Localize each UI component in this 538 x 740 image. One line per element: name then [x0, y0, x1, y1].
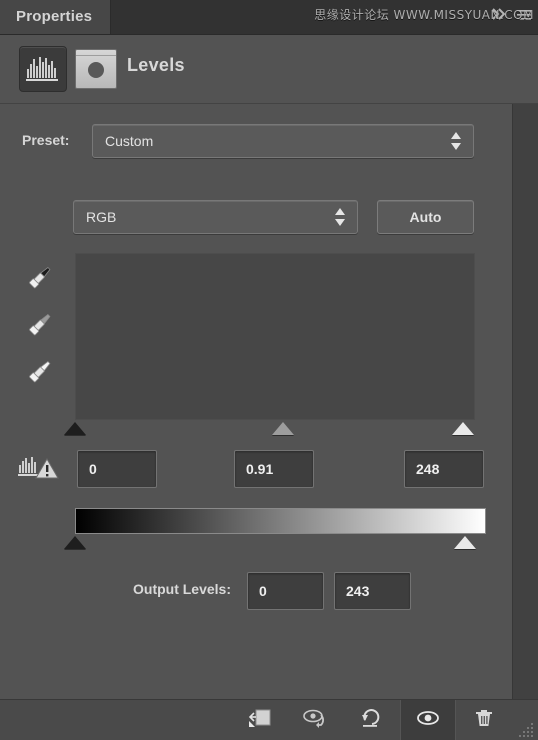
input-levels-slider-track[interactable]	[64, 420, 475, 442]
eyedropper-group	[16, 256, 62, 386]
input-levels-row: 0 0.91 248	[0, 448, 512, 490]
input-white-value: 248	[416, 461, 440, 477]
channel-dropdown[interactable]: RGB	[73, 200, 358, 234]
output-levels-row: Output Levels: 0 243	[0, 572, 512, 612]
preset-value: Custom	[105, 133, 154, 149]
delete-adjustment-button[interactable]	[456, 700, 512, 740]
reset-arrow-icon	[359, 707, 385, 734]
stepper-up-down-icon[interactable]	[335, 208, 346, 226]
adjustment-title-row: Levels	[0, 35, 538, 104]
input-black-value: 0	[89, 461, 97, 477]
stepper-up-down-icon[interactable]	[451, 132, 462, 150]
clip-to-layer-icon	[247, 707, 273, 734]
output-white-point-slider[interactable]	[454, 536, 477, 549]
layer-mask-thumbnail-icon[interactable]	[75, 49, 117, 89]
output-black-point-slider[interactable]	[64, 536, 86, 549]
watermark-text: 思缘设计论坛 WWW.MISSYUAN.COM	[314, 8, 534, 22]
input-white-point-slider[interactable]	[452, 422, 474, 435]
output-levels-slider-track[interactable]	[64, 534, 486, 556]
output-white-field[interactable]: 243	[334, 572, 411, 610]
tab-properties[interactable]: Properties	[0, 0, 112, 34]
tab-properties-label: Properties	[16, 8, 93, 25]
input-gamma-value: 0.91	[246, 461, 274, 477]
output-black-field[interactable]: 0	[247, 572, 324, 610]
eye-previous-state-icon	[301, 707, 331, 734]
histogram-display[interactable]	[75, 253, 475, 420]
panel-bottom-toolbar	[0, 699, 538, 740]
output-levels-gradient-bar	[75, 508, 486, 534]
view-previous-state-button[interactable]	[288, 700, 344, 740]
input-black-field[interactable]: 0	[77, 450, 157, 488]
resize-grip-icon[interactable]	[512, 700, 538, 740]
preset-dropdown[interactable]: Custom	[92, 124, 474, 158]
panel-right-rail	[512, 104, 538, 700]
trash-icon	[473, 707, 495, 734]
output-white-value: 243	[346, 583, 370, 599]
input-gamma-slider[interactable]	[272, 422, 294, 435]
channel-value: RGB	[86, 209, 117, 225]
auto-button[interactable]: Auto	[377, 200, 474, 234]
input-gamma-field[interactable]: 0.91	[234, 450, 314, 488]
set-black-point-eyedropper[interactable]	[16, 256, 62, 298]
output-black-value: 0	[259, 583, 267, 599]
page-title: Levels	[127, 55, 185, 75]
input-black-point-slider[interactable]	[64, 422, 86, 435]
panel-tab-bar: Properties 思缘设计论坛 WWW.MISSYUAN.COM	[0, 0, 538, 35]
properties-panel: Properties 思缘设计论坛 WWW.MISSYUAN.COM Level…	[0, 0, 538, 740]
levels-histogram-icon	[19, 46, 67, 92]
set-gray-point-eyedropper[interactable]	[16, 303, 62, 345]
reset-adjustment-button[interactable]	[344, 700, 400, 740]
preset-row: Preset: Custom	[0, 124, 512, 158]
levels-controls: Preset: Custom RGB Auto 0 0.91 248 Outpu…	[0, 104, 512, 700]
eye-icon	[415, 708, 441, 733]
clip-to-layer-button[interactable]	[232, 700, 288, 740]
set-white-point-eyedropper[interactable]	[16, 350, 62, 392]
output-levels-label: Output Levels:	[133, 581, 232, 597]
histogram-cached-data-warning-icon[interactable]	[16, 452, 64, 486]
preset-label: Preset:	[22, 132, 70, 148]
input-white-field[interactable]: 248	[404, 450, 484, 488]
toggle-layer-visibility-button[interactable]	[400, 700, 456, 740]
